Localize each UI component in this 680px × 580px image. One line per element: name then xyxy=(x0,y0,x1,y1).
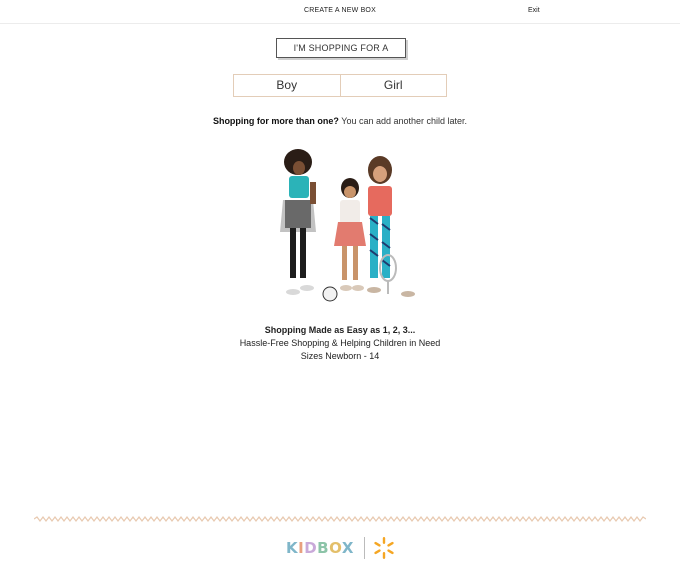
logo-letter: D xyxy=(304,539,318,557)
walmart-spark-icon xyxy=(374,537,394,559)
shopping-for-label-box: I'M SHOPPING FOR A xyxy=(276,38,406,58)
logo-divider xyxy=(364,537,365,559)
tagline-block: Shopping Made as Easy as 1, 2, 3... Hass… xyxy=(0,324,680,363)
zigzag-divider xyxy=(34,516,646,522)
more-children-bold: Shopping for more than one? xyxy=(212,116,339,126)
boy-button[interactable]: Boy xyxy=(234,75,340,96)
logo-letter: X xyxy=(341,539,354,557)
top-bar: CREATE A NEW BOX Exit xyxy=(0,0,680,24)
more-children-note: Shopping for more than one? You can add … xyxy=(0,116,680,126)
more-children-rest: You can add another child later. xyxy=(338,116,468,126)
exit-link[interactable]: Exit xyxy=(528,7,540,14)
gender-selector: Boy Girl xyxy=(233,74,447,97)
kids-photo xyxy=(270,148,426,308)
tagline-headline: Shopping Made as Easy as 1, 2, 3... xyxy=(264,325,416,335)
tagline-line3: Sizes Newborn - 14 xyxy=(300,351,380,361)
footer-logos: KIDBOX xyxy=(286,535,406,561)
tagline-line2: Hassle-Free Shopping & Helping Children … xyxy=(239,338,441,348)
kidbox-logo: KIDBOX xyxy=(286,539,354,557)
logo-letter: B xyxy=(317,539,330,557)
logo-letter: O xyxy=(329,539,342,557)
logo-letter: K xyxy=(286,539,299,557)
page-title: CREATE A NEW BOX xyxy=(304,7,376,14)
shopping-for-label: I'M SHOPPING FOR A xyxy=(293,43,389,53)
girl-button[interactable]: Girl xyxy=(339,75,446,96)
